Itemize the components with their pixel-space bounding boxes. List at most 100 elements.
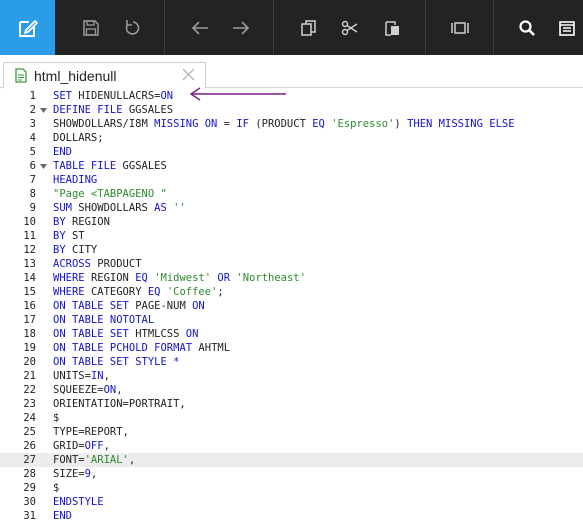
- code-token: 'Northeast': [236, 272, 306, 284]
- code-line[interactable]: 21 UNITS=IN,: [0, 369, 583, 383]
- code-line[interactable]: 6 TABLE FILE GGSALES: [0, 159, 583, 173]
- code-token: ON: [185, 328, 199, 340]
- preview-icon: [559, 20, 575, 36]
- line-number: 8: [29, 188, 36, 200]
- preview-button[interactable]: [551, 0, 583, 55]
- line-number: 26: [23, 440, 36, 452]
- code-text: ON TABLE SET STYLE *: [53, 355, 179, 369]
- line-number: 11: [23, 230, 36, 242]
- code-text: SET HIDENULLACRS=ON: [53, 89, 173, 103]
- code-token: FONT=: [53, 454, 85, 466]
- code-token: PRODUCT: [97, 258, 142, 270]
- code-line[interactable]: 20 ON TABLE SET STYLE *: [0, 355, 583, 369]
- code-line[interactable]: 12 BY CITY: [0, 243, 583, 257]
- code-line[interactable]: 1 SET HIDENULLACRS=ON: [0, 89, 583, 103]
- split-view-button[interactable]: [443, 0, 477, 55]
- code-line[interactable]: 24 $: [0, 411, 583, 425]
- code-line[interactable]: 26 GRID=OFF,: [0, 439, 583, 453]
- paste-button[interactable]: [375, 0, 409, 55]
- code-token: NOTOTAL: [109, 314, 155, 326]
- line-number: 14: [23, 272, 36, 284]
- paste-icon: [385, 20, 399, 36]
- code-token: ORIENTATION=PORTRAIT,: [53, 398, 186, 410]
- close-icon[interactable]: [182, 68, 195, 81]
- code-token: ON TABLE: [53, 314, 110, 326]
- tab-label: html_hidenull: [34, 67, 117, 84]
- code-token: PAGE-NUM: [135, 300, 193, 312]
- code-token: ON TABLE: [53, 342, 110, 354]
- code-text: UNITS=IN,: [53, 369, 110, 383]
- code-line[interactable]: 19 ON TABLE PCHOLD FORMAT AHTML: [0, 341, 583, 355]
- code-line[interactable]: 7 HEADING: [0, 173, 583, 187]
- code-token: ;: [217, 286, 224, 298]
- code-token: SHOWDOLLARS: [78, 202, 155, 214]
- code-line[interactable]: 15 WHERE CATEGORY EQ 'Coffee';: [0, 285, 583, 299]
- line-number: 22: [23, 384, 36, 396]
- code-token: THEN MISSING ELSE: [407, 118, 515, 130]
- code-token: SHOWDOLLARS/I8M: [53, 118, 155, 130]
- code-token: ,: [103, 370, 110, 382]
- code-line[interactable]: 5 END: [0, 145, 583, 159]
- cut-button[interactable]: [333, 0, 367, 55]
- copy-button[interactable]: [292, 0, 326, 55]
- code-text: $: [53, 411, 59, 425]
- code-line[interactable]: 9 SUM SHOWDOLLARS AS '': [0, 201, 583, 215]
- line-number: 20: [23, 356, 36, 368]
- code-line[interactable]: 3 SHOWDOLLARS/I8M MISSING ON = IF (PRODUC…: [0, 117, 583, 131]
- line-number: 16: [23, 300, 36, 312]
- code-line[interactable]: 14 WHERE REGION EQ 'Midwest' OR 'Northeas…: [0, 271, 583, 285]
- save-button[interactable]: [74, 0, 108, 55]
- code-line[interactable]: 27 FONT='ARIAL',: [0, 453, 583, 467]
- code-token: GGSALES: [122, 160, 167, 172]
- code-line[interactable]: 25 TYPE=REPORT,: [0, 425, 583, 439]
- code-token: ,: [103, 440, 110, 452]
- code-editor[interactable]: 1 SET HIDENULLACRS=ON 2 DEFINE FILE GGSALES…: [0, 89, 583, 525]
- code-line[interactable]: 10 BY REGION: [0, 215, 583, 229]
- code-token: 'Espresso': [331, 118, 395, 130]
- code-token: WHERE: [53, 272, 91, 284]
- code-line[interactable]: 18 ON TABLE SET HTMLCSS ON: [0, 327, 583, 341]
- line-number: 5: [29, 146, 36, 158]
- code-text: FONT='ARIAL',: [53, 453, 135, 467]
- annotation-arrow-icon: [189, 87, 286, 101]
- code-text: SQUEEZE=ON,: [53, 383, 123, 397]
- line-number: 17: [23, 314, 36, 326]
- code-token: "Page <TABPAGENO ": [53, 188, 167, 200]
- fold-toggle-icon[interactable]: [39, 159, 47, 173]
- toolbar-separator: [493, 0, 494, 55]
- forward-button[interactable]: [224, 0, 258, 55]
- search-button[interactable]: [510, 0, 544, 55]
- line-number: 23: [23, 398, 36, 410]
- code-line[interactable]: 16 ON TABLE SET PAGE-NUM ON: [0, 299, 583, 313]
- toolbar-separator: [273, 0, 274, 55]
- code-line[interactable]: 29 $: [0, 481, 583, 495]
- code-text: BY REGION: [53, 215, 110, 229]
- code-line[interactable]: 28 SIZE=9,: [0, 467, 583, 481]
- refresh-button[interactable]: [116, 0, 150, 55]
- code-token: ): [394, 118, 408, 130]
- fold-toggle-icon[interactable]: [39, 103, 47, 117]
- line-number: 25: [23, 426, 36, 438]
- code-line[interactable]: 22 SQUEEZE=ON,: [0, 383, 583, 397]
- code-line[interactable]: 4 DOLLARS;: [0, 131, 583, 145]
- code-text: ON TABLE PCHOLD FORMAT AHTML: [53, 341, 230, 355]
- code-line[interactable]: 17 ON TABLE NOTOTAL: [0, 313, 583, 327]
- code-token: IF: [236, 118, 249, 130]
- line-number: 10: [23, 216, 36, 228]
- code-text: END: [53, 509, 72, 523]
- tab-html-hidenull[interactable]: html_hidenull: [3, 62, 206, 89]
- code-token: EQ: [147, 286, 161, 298]
- code-line[interactable]: 8 "Page <TABPAGENO ": [0, 187, 583, 201]
- line-number: 19: [23, 342, 36, 354]
- code-line[interactable]: 2 DEFINE FILE GGSALES: [0, 103, 583, 117]
- code-line[interactable]: 13 ACROSS PRODUCT: [0, 257, 583, 271]
- edit-button[interactable]: [0, 0, 55, 55]
- code-line[interactable]: 31 END: [0, 509, 583, 523]
- code-token: ,: [116, 384, 123, 396]
- back-button[interactable]: [183, 0, 217, 55]
- code-text: SIZE=9,: [53, 467, 97, 481]
- code-line[interactable]: 30 ENDSTYLE: [0, 495, 583, 509]
- line-number: 29: [23, 482, 36, 494]
- code-line[interactable]: 11 BY ST: [0, 229, 583, 243]
- code-line[interactable]: 23 ORIENTATION=PORTRAIT,: [0, 397, 583, 411]
